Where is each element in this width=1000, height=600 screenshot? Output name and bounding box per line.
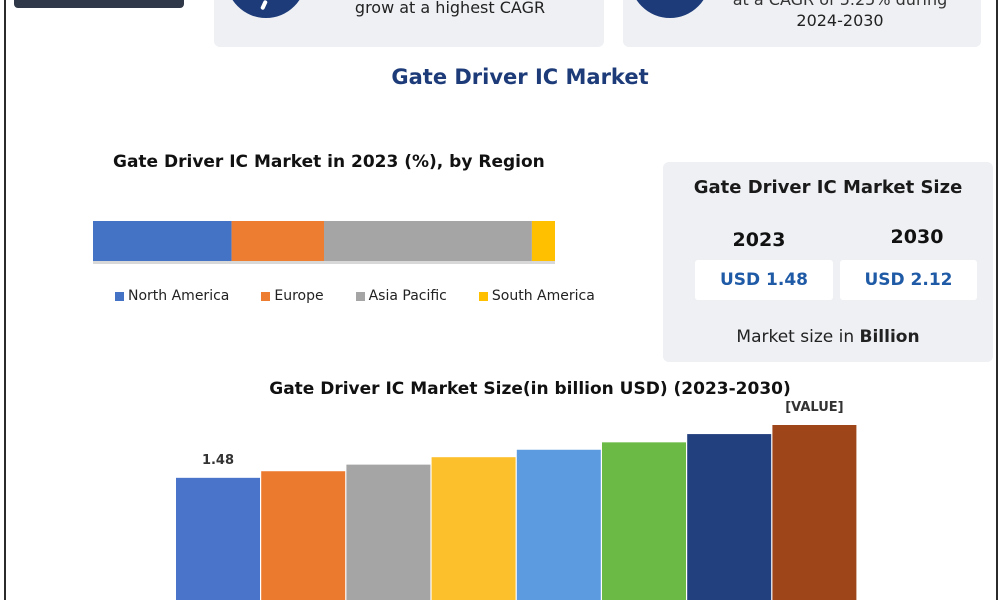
data-label-2023: 1.48 — [202, 453, 234, 468]
bar-2027 — [516, 449, 601, 600]
bar-2023 — [176, 477, 260, 600]
bar-2024 — [261, 471, 346, 600]
market-size-bar-chart: 1.48 [VALUE] — [176, 400, 857, 600]
bar-2028 — [602, 442, 686, 600]
bar-2025 — [346, 464, 431, 600]
bar-2029 — [687, 434, 772, 600]
data-label-2030: [VALUE] — [785, 400, 843, 415]
bar-2030 — [772, 425, 857, 600]
bar-2026 — [431, 457, 516, 600]
